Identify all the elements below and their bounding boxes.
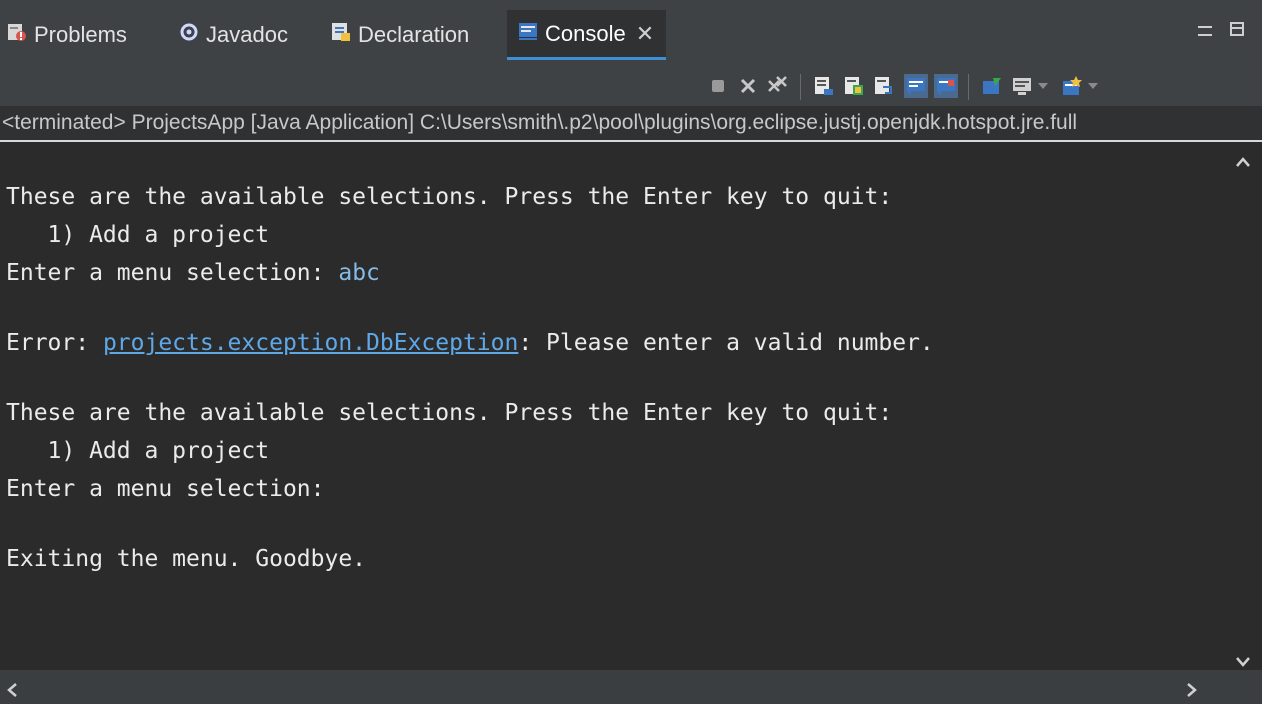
- scroll-left-icon[interactable]: [6, 678, 18, 704]
- console-line: 1) Add a project: [6, 438, 270, 464]
- console-line: Enter a menu selection:: [6, 476, 325, 502]
- display-selected-console-icon[interactable]: [1010, 74, 1034, 98]
- minimize-icon[interactable]: [1198, 26, 1212, 36]
- toolbar-separator: [968, 74, 969, 100]
- console-toolbar: [0, 66, 1262, 106]
- console-line: Enter a menu selection: abc: [6, 260, 380, 286]
- word-wrap-icon[interactable]: [872, 74, 896, 98]
- scroll-up-icon[interactable]: [1235, 148, 1251, 174]
- chevron-down-icon[interactable]: [1036, 74, 1050, 98]
- console-output[interactable]: These are the available selections. Pres…: [0, 142, 1225, 670]
- open-console-icon[interactable]: [1060, 74, 1084, 98]
- tab-declaration[interactable]: Declaration: [330, 10, 469, 60]
- maximize-icon[interactable]: [1230, 22, 1244, 36]
- show-console-on-stdout-icon[interactable]: [904, 74, 928, 98]
- tab-console-label: Console: [545, 20, 626, 46]
- console-prompt-text: Enter a menu selection:: [6, 260, 339, 286]
- console-line: Error: projects.exception.DbException: P…: [6, 330, 934, 356]
- tab-javadoc[interactable]: Javadoc: [178, 10, 288, 60]
- close-icon[interactable]: ✕: [636, 21, 654, 47]
- problems-icon: [6, 21, 28, 49]
- pin-console-icon[interactable]: [980, 74, 1004, 98]
- console-line: Exiting the menu. Goodbye.: [6, 546, 367, 572]
- exception-link[interactable]: projects.exception.DbException: [103, 330, 518, 356]
- tab-problems-label: Problems: [34, 22, 127, 47]
- tab-problems[interactable]: Problems: [6, 10, 127, 60]
- console-process-label: <terminated> ProjectsApp [Java Applicati…: [0, 106, 1262, 142]
- terminate-icon[interactable]: [706, 74, 730, 98]
- javadoc-icon: [178, 21, 200, 49]
- vertical-scrollbar[interactable]: [1225, 142, 1262, 670]
- clear-console-icon[interactable]: [812, 74, 836, 98]
- console-line: 1) Add a project: [6, 222, 270, 248]
- declaration-icon: [330, 21, 352, 49]
- remove-launch-icon[interactable]: [736, 74, 760, 98]
- console-line: These are the available selections. Pres…: [6, 400, 893, 426]
- error-prefix: Error:: [6, 330, 103, 356]
- tab-declaration-label: Declaration: [358, 22, 470, 47]
- console-user-input: abc: [338, 260, 380, 286]
- view-window-controls: [1198, 22, 1244, 36]
- show-console-on-stderr-icon[interactable]: [934, 74, 958, 98]
- tab-javadoc-label: Javadoc: [206, 22, 288, 47]
- error-message: : Please enter a valid number.: [518, 330, 934, 356]
- console-line: These are the available selections. Pres…: [6, 184, 893, 210]
- toolbar-separator: [800, 74, 801, 100]
- horizontal-scrollbar[interactable]: [0, 670, 1225, 704]
- view-tab-bar: Problems Javadoc Declaration Console ✕: [0, 0, 1262, 66]
- console-icon: [517, 20, 539, 48]
- scroll-lock-icon[interactable]: [842, 74, 866, 98]
- chevron-down-icon[interactable]: [1086, 74, 1100, 98]
- remove-all-terminated-icon[interactable]: [766, 74, 790, 98]
- tab-console[interactable]: Console ✕: [507, 10, 667, 60]
- scroll-right-icon[interactable]: [1186, 678, 1198, 704]
- scrollbar-corner: [1225, 670, 1262, 704]
